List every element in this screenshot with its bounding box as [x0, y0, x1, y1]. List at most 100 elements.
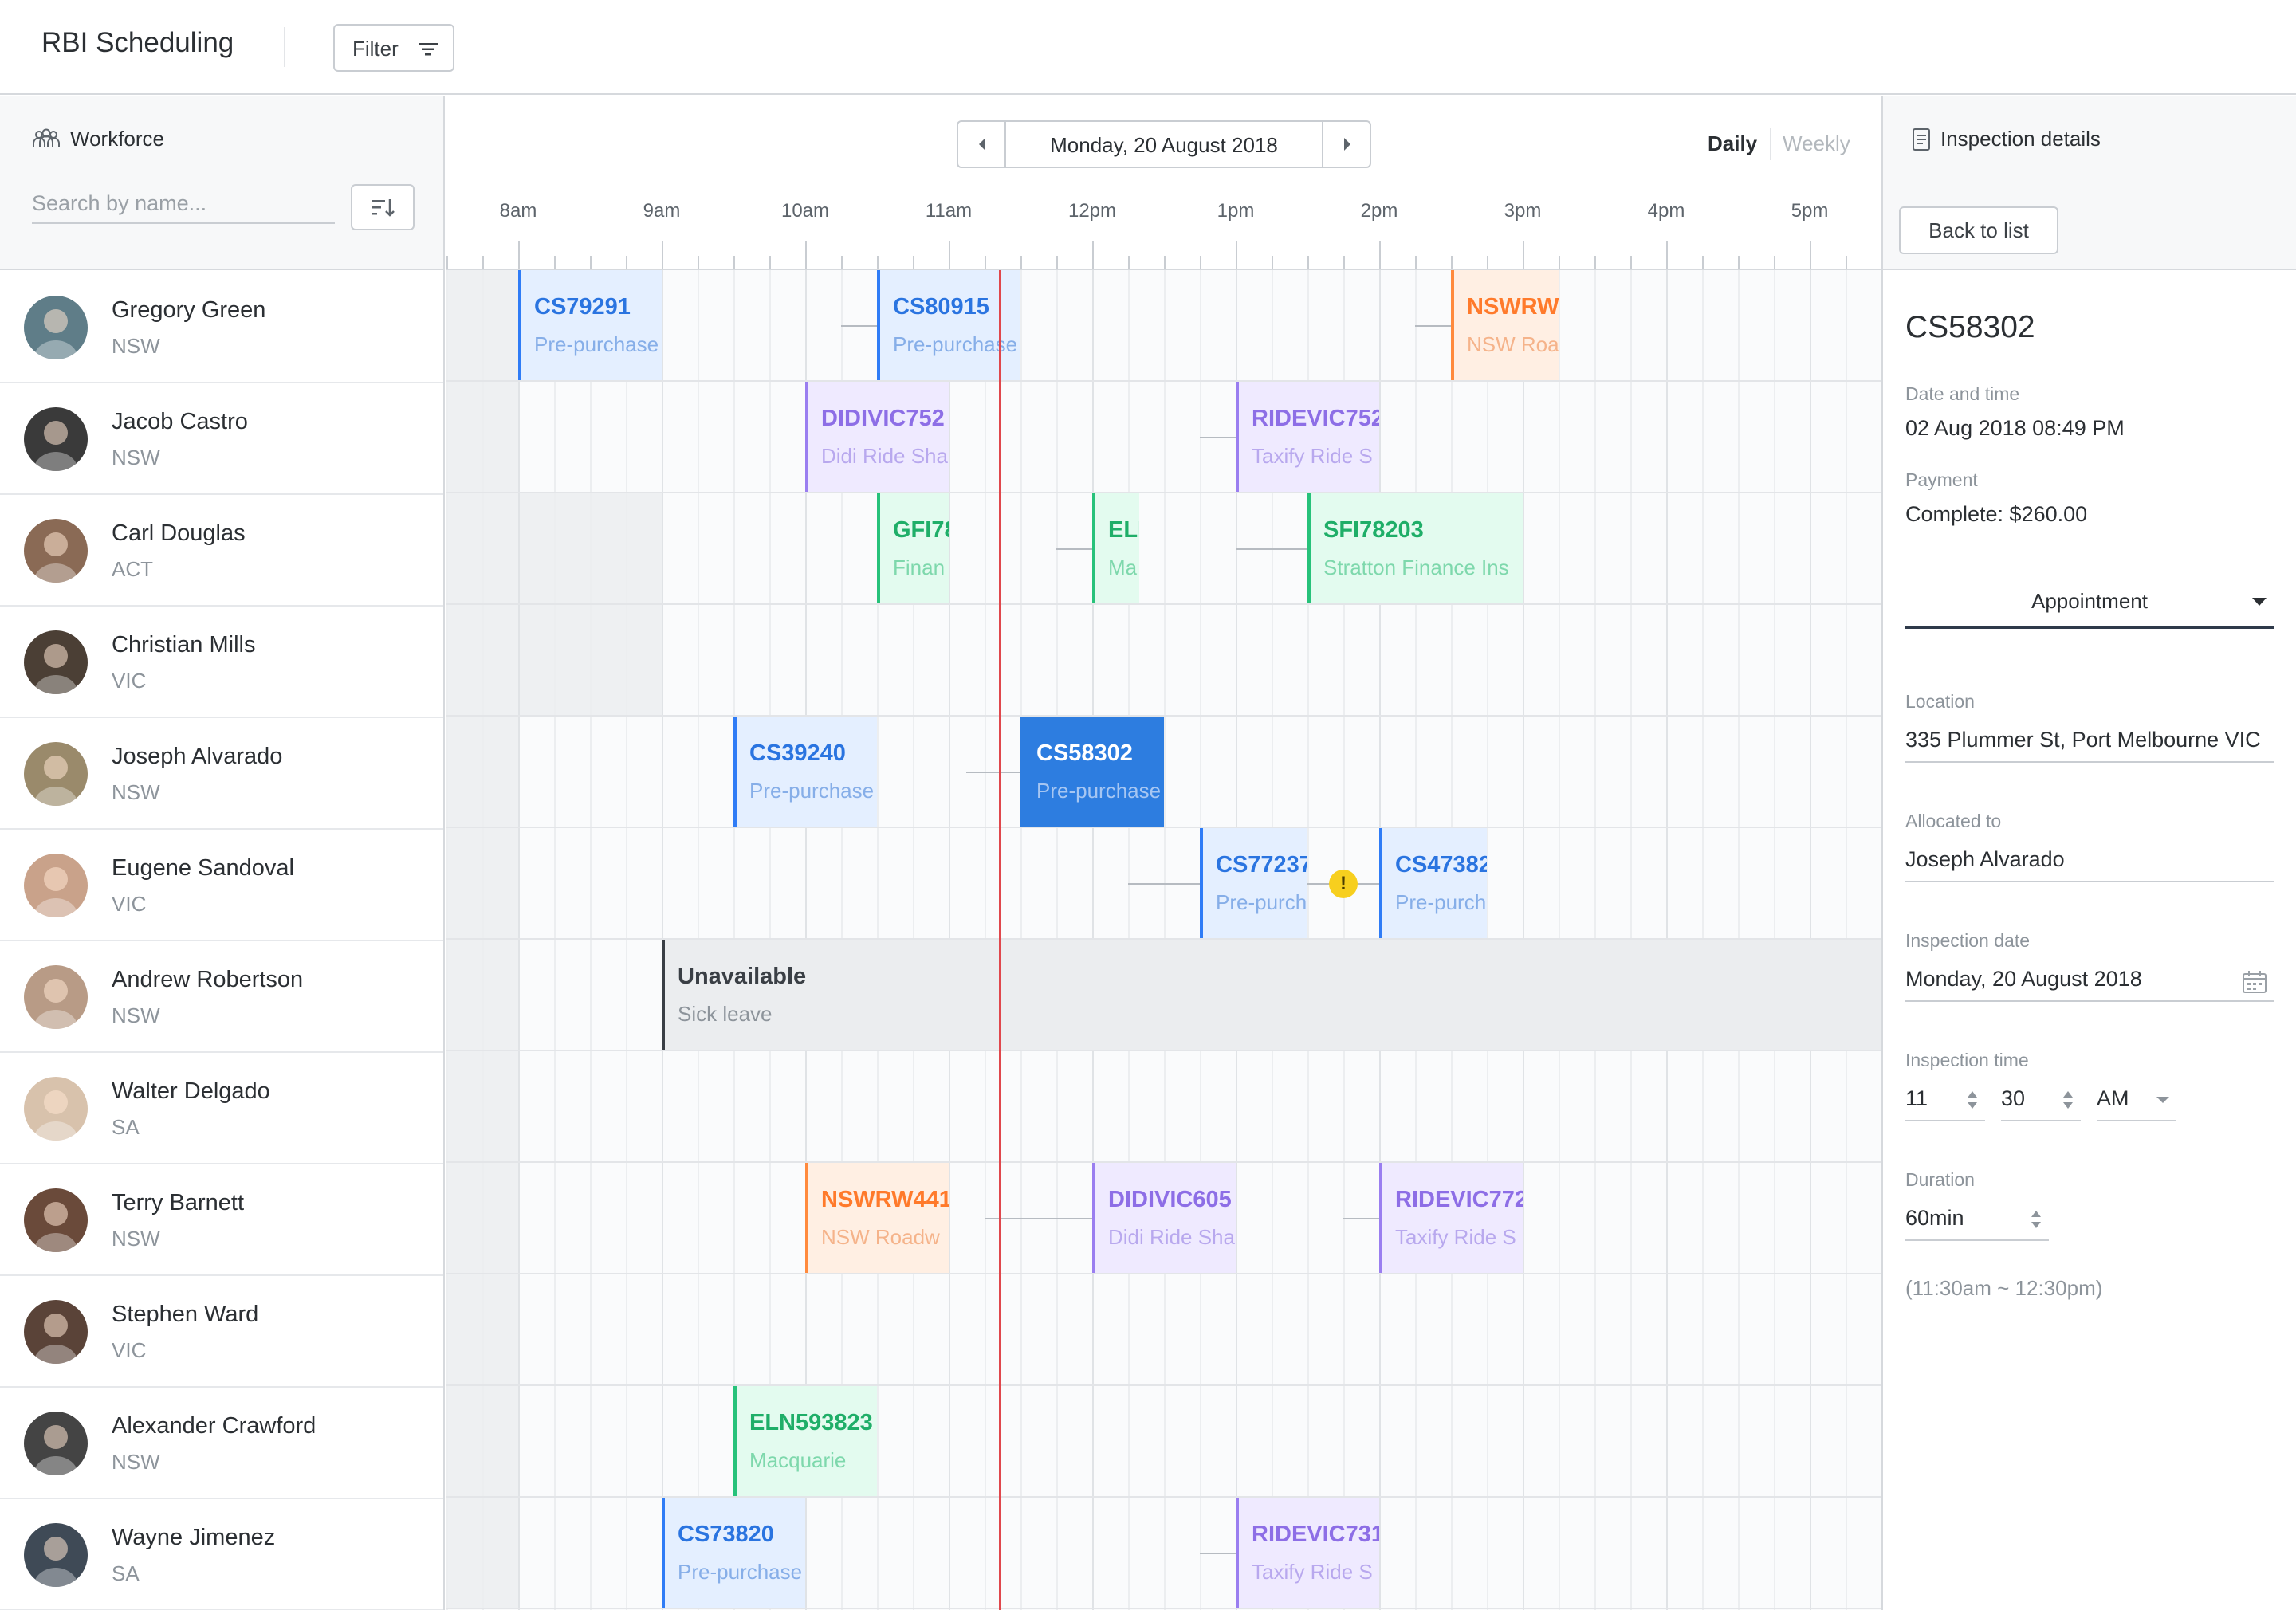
inspection-event[interactable]: CS58302 Pre-purchase: [1020, 717, 1164, 827]
workforce-row[interactable]: Christian Mills VIC: [0, 607, 443, 718]
inspection-event[interactable]: GFI78 Finan: [877, 493, 949, 603]
avatar: [24, 742, 88, 806]
travel-connector: [1200, 1553, 1236, 1554]
event-subtitle: Pre-purchase: [749, 779, 875, 803]
time-tick: [1020, 256, 1022, 269]
appointment-tab[interactable]: Appointment: [1905, 583, 2274, 629]
time-range: (11:30am ~ 12:30pm): [1905, 1276, 2103, 1300]
workforce-panel: Workforce Gregory Green NSW Jacob Castro NS…: [0, 96, 445, 1610]
stepper-arrows-icon: [1968, 1091, 1977, 1109]
time-tick: [1451, 256, 1453, 269]
avatar: [24, 854, 88, 917]
time-tick: [1774, 256, 1775, 269]
inspection-time-label: Inspection time: [1905, 1050, 2029, 1070]
time-tick: [1272, 256, 1273, 269]
event-subtitle: Sick leave: [678, 1002, 773, 1026]
event-code: CS47382: [1395, 852, 1487, 878]
hour-label: 3pm: [1504, 200, 1542, 222]
workforce-row[interactable]: Wayne Jimenez SA: [0, 1499, 443, 1610]
workforce-row[interactable]: Andrew Robertson NSW: [0, 941, 443, 1053]
time-tick: [1487, 256, 1488, 269]
inspection-event[interactable]: CS47382 Pre-purch: [1379, 828, 1487, 938]
workforce-row[interactable]: Gregory Green NSW: [0, 272, 443, 383]
inspection-event[interactable]: SFI78203 Stratton Finance Ins: [1307, 493, 1523, 603]
hour-label: 2pm: [1360, 200, 1398, 222]
ampm-select[interactable]: AM: [2097, 1080, 2176, 1121]
next-day-button[interactable]: [1322, 122, 1370, 167]
app-title: RBI Scheduling: [41, 27, 234, 58]
event-code: CS58302: [1036, 740, 1133, 766]
event-code: ELN593823: [749, 1410, 873, 1435]
event-code: CS79291: [534, 294, 631, 320]
view-divider: [1770, 128, 1771, 160]
time-tick: [626, 256, 627, 269]
hour-label: 4pm: [1647, 200, 1685, 222]
travel-connector: [985, 1218, 1092, 1219]
allocated-field[interactable]: Joseph Alvarado: [1905, 841, 2274, 882]
warning-icon[interactable]: !: [1329, 870, 1358, 898]
inspection-event[interactable]: ELN593823 Macquarie: [733, 1386, 877, 1496]
grid-line: [554, 270, 556, 1610]
minute-stepper[interactable]: 30: [2001, 1080, 2081, 1121]
top-bar: RBI Scheduling Filter: [0, 0, 2296, 95]
workforce-row[interactable]: Alexander Crawford NSW: [0, 1388, 443, 1499]
hour-stepper[interactable]: 11: [1905, 1080, 1985, 1121]
hour-label: 11am: [925, 200, 973, 222]
unavailable-block[interactable]: Unavailable Sick leave: [662, 940, 1881, 1050]
inspection-date-label: Inspection date: [1905, 930, 2031, 951]
inspection-event[interactable]: DIDIVIC752 Didi Ride Sha: [805, 382, 949, 492]
view-weekly-toggle[interactable]: Weekly: [1783, 132, 1850, 156]
inspection-event[interactable]: RIDEVIC731 Taxify Ride S: [1236, 1498, 1379, 1608]
avatar: [24, 630, 88, 694]
time-tick: [1056, 256, 1058, 269]
travel-connector: [841, 325, 877, 327]
time-tick: [1810, 242, 1811, 269]
inspection-event[interactable]: CS39240 Pre-purchase: [733, 717, 877, 827]
workforce-row[interactable]: Carl Douglas ACT: [0, 495, 443, 607]
previous-day-button[interactable]: [958, 122, 1006, 167]
inspection-event[interactable]: ELN Ma: [1092, 493, 1140, 603]
payment-value: Complete: $260.00: [1905, 502, 2088, 526]
row-divider: [446, 380, 1881, 382]
duration-stepper[interactable]: 60min: [1905, 1200, 2049, 1241]
inspection-event[interactable]: CS77237 Pre-purch: [1200, 828, 1307, 938]
event-subtitle: NSW Roadw: [821, 1225, 940, 1249]
stepper-arrows-icon: [2063, 1091, 2073, 1109]
row-divider: [446, 715, 1881, 717]
payment-label: Payment: [1905, 469, 1978, 490]
appointment-tab-label: Appointment: [2031, 589, 2148, 613]
search-input[interactable]: [32, 184, 335, 224]
view-daily-toggle[interactable]: Daily: [1708, 132, 1757, 156]
inspection-event[interactable]: NSWRW4 NSW Roa: [1451, 270, 1559, 380]
time-tick: [590, 256, 592, 269]
inspection-event[interactable]: RIDEVIC772 Taxify Ride S: [1379, 1163, 1523, 1273]
row-divider: [446, 827, 1881, 828]
workforce-row[interactable]: Stephen Ward VIC: [0, 1276, 443, 1388]
workforce-row[interactable]: Terry Barnett NSW: [0, 1164, 443, 1276]
time-tick: [662, 242, 663, 269]
inspection-date-field[interactable]: Monday, 20 August 2018: [1905, 960, 2274, 1002]
sort-button[interactable]: [351, 184, 415, 230]
event-code: NSWRW441: [821, 1187, 949, 1212]
event-code: RIDEVIC731: [1252, 1522, 1379, 1547]
row-divider: [446, 1384, 1881, 1386]
event-subtitle: Didi Ride Sha: [1108, 1225, 1235, 1249]
hour-label: 12pm: [1067, 200, 1117, 222]
workforce-row[interactable]: Eugene Sandoval VIC: [0, 830, 443, 941]
workforce-row[interactable]: Walter Delgado SA: [0, 1053, 443, 1164]
event-subtitle: Taxify Ride S: [1395, 1225, 1516, 1249]
inspection-event[interactable]: CS73820 Pre-purchase: [662, 1498, 805, 1608]
event-subtitle: Didi Ride Sha: [821, 444, 948, 468]
workforce-row[interactable]: Jacob Castro NSW: [0, 383, 443, 495]
back-to-list-button[interactable]: Back to list: [1899, 206, 2058, 254]
workforce-row[interactable]: Joseph Alvarado NSW: [0, 718, 443, 830]
duration-label: Duration: [1905, 1169, 1975, 1190]
event-code: CS39240: [749, 740, 846, 766]
inspection-event[interactable]: NSWRW441 NSW Roadw: [805, 1163, 949, 1273]
filter-button[interactable]: Filter: [333, 24, 454, 72]
location-field[interactable]: 335 Plummer St, Port Melbourne VIC: [1905, 721, 2274, 763]
inspection-event[interactable]: RIDEVIC752 Taxify Ride S: [1236, 382, 1379, 492]
details-header: Inspection details Back to list: [1883, 96, 2296, 270]
inspection-event[interactable]: CS79291 Pre-purchase: [518, 270, 662, 380]
inspection-event[interactable]: DIDIVIC605 Didi Ride Sha: [1092, 1163, 1236, 1273]
